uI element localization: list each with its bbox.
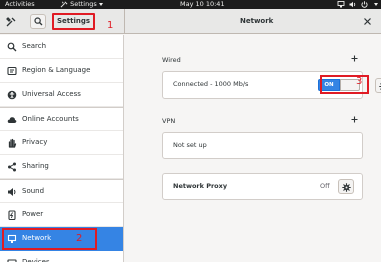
wired-settings-button[interactable] xyxy=(375,78,381,93)
add-wired-button[interactable] xyxy=(351,55,358,65)
sidebar: Search Region & Language Universal Acces… xyxy=(0,35,124,262)
add-vpn-button[interactable] xyxy=(351,116,358,126)
vpn-status: Not set up xyxy=(173,141,207,149)
sidebar-item-region-language[interactable]: Region & Language xyxy=(0,59,123,83)
network-proxy-status: Off xyxy=(320,182,330,190)
search-button[interactable] xyxy=(30,14,46,29)
tools-icon xyxy=(6,17,16,27)
sidebar-item-power[interactable]: Power xyxy=(0,203,123,227)
sidebar-item-network[interactable]: Network 2 xyxy=(0,227,123,251)
sidebar-item-search[interactable]: Search xyxy=(0,35,123,59)
network-proxy-label: Network Proxy xyxy=(173,182,228,190)
sidebar-item-label: Region & Language xyxy=(22,66,91,74)
network-proxy-card[interactable]: Network Proxy Off xyxy=(162,173,363,200)
sidebar-item-label: Privacy xyxy=(22,138,48,146)
system-status-menu[interactable] xyxy=(337,0,378,9)
search-icon xyxy=(7,42,17,52)
sidebar-item-label: Power xyxy=(22,210,44,218)
privacy-hand-icon xyxy=(8,138,17,148)
sidebar-item-label: Online Accounts xyxy=(22,115,79,123)
app-menu-label: Settings xyxy=(70,0,97,8)
top-bar: Activities Settings May 10 10:41 xyxy=(0,0,381,9)
header-divider xyxy=(124,9,125,34)
region-icon xyxy=(7,66,17,76)
annotation-label: 2 xyxy=(76,233,83,244)
sidebar-item-label: Search xyxy=(22,42,47,50)
sidebar-item-universal-access[interactable]: Universal Access xyxy=(0,83,123,107)
app-menu[interactable]: Settings xyxy=(60,0,103,9)
vpn-card: Not set up xyxy=(162,132,363,159)
sidebar-item-label: Universal Access xyxy=(22,90,81,98)
clock[interactable]: May 10 10:41 xyxy=(180,0,225,9)
sidebar-item-privacy[interactable]: Privacy xyxy=(0,131,123,155)
close-icon[interactable] xyxy=(362,16,373,27)
vpn-section-label: VPN xyxy=(162,117,176,125)
sharing-icon xyxy=(8,162,16,172)
chevron-down-icon xyxy=(374,3,378,6)
plus-icon xyxy=(351,55,358,62)
settings-app-icon xyxy=(60,0,68,8)
sidebar-item-label: Sound xyxy=(22,187,45,195)
devices-icon xyxy=(7,259,17,262)
sidebar-item-devices[interactable]: Devices xyxy=(0,251,123,262)
page-title: Network xyxy=(240,17,274,25)
sidebar-item-label: Sharing xyxy=(22,162,49,170)
annotation-label: 3 xyxy=(356,76,363,87)
sidebar-item-online-accounts[interactable]: Online Accounts xyxy=(0,107,123,131)
sidebar-item-sharing[interactable]: Sharing xyxy=(0,155,123,179)
online-accounts-icon xyxy=(7,117,17,123)
volume-icon xyxy=(349,1,356,8)
accessibility-icon xyxy=(7,90,17,100)
speaker-icon xyxy=(8,188,16,196)
network-wired-icon xyxy=(337,1,345,8)
annotation-box xyxy=(2,228,97,250)
header-bar: Settings 1 Network xyxy=(0,9,381,34)
activities-button[interactable]: Activities xyxy=(5,0,35,9)
annotation-label: 1 xyxy=(107,20,114,31)
plus-icon xyxy=(351,116,358,123)
power-icon xyxy=(361,1,368,8)
wired-connection-card: Connected - 1000 Mb/s ON 3 xyxy=(162,71,381,99)
sidebar-item-sound[interactable]: Sound xyxy=(0,179,123,203)
wired-status: Connected - 1000 Mb/s xyxy=(173,80,249,88)
network-proxy-settings-button[interactable] xyxy=(338,179,354,194)
power-icon xyxy=(8,210,16,220)
network-panel: Wired Connected - 1000 Mb/s ON 3 VPN Not… xyxy=(125,35,381,262)
search-icon xyxy=(34,17,43,26)
gear-icon xyxy=(342,183,351,192)
sidebar-item-label: Devices xyxy=(22,258,50,262)
settings-title: Settings xyxy=(52,13,95,30)
chevron-down-icon xyxy=(98,2,103,6)
wired-section-label: Wired xyxy=(162,56,181,64)
